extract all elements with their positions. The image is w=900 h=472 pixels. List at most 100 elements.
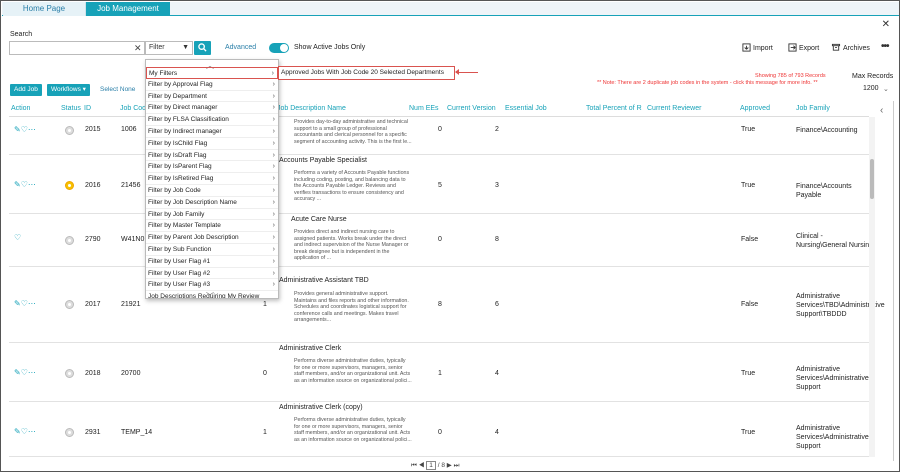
first-page-icon[interactable]: ⏮ [411,462,417,469]
filter-option[interactable]: My Filters › [146,67,278,79]
chevron-right-icon: › [272,128,275,135]
filter-option[interactable]: Filter by Parent Job Description › [146,232,278,244]
next-page-icon[interactable]: ▶ [447,462,452,469]
row-title[interactable]: Accounts Payable Specialist [279,157,367,164]
status-indicator [65,126,74,135]
filter-option[interactable]: Filter by Indirect manager › [146,126,278,138]
filter-option[interactable]: Filter by IsParent Flag › [146,161,278,174]
col-action[interactable]: Action [11,105,30,112]
last-page-icon[interactable]: ⏭ [454,462,460,469]
row-actions[interactable]: ✎♡⋯ [14,427,36,436]
row-partial-value: 1 [263,301,267,308]
advanced-link[interactable]: Advanced [225,44,256,51]
max-records-select[interactable]: 1200 [863,85,879,92]
col-approved[interactable]: Approved [740,105,770,112]
col-status[interactable]: Status [61,105,81,112]
table-row[interactable]: ✎♡⋯ 2016 21456 Accounts Payable Speciali… [9,155,869,214]
filter-option[interactable]: Filter by Sub Function › [146,244,278,256]
row-job-code[interactable]: 1006 [121,126,137,133]
col-job-family[interactable]: Job Family [796,105,830,112]
row-actions[interactable]: ✎♡⋯ [14,299,36,308]
filter-option-label: Filter by Department [148,92,207,100]
close-icon[interactable]: ✕ [882,19,890,30]
filter-option[interactable]: Filter by User Flag #1 › [146,256,278,268]
filter-option[interactable]: Filter by Department › [146,91,278,103]
row-title[interactable]: Acute Care Nurse [291,216,347,223]
col-description[interactable]: Job Description Name [277,105,346,112]
export-icon [788,43,797,52]
row-title[interactable]: Administrative Clerk [279,345,341,352]
chevron-right-icon: › [271,70,274,77]
filter-option[interactable]: Filter by User Flag #2 › [146,268,278,280]
filter-option[interactable]: Filter by Job Code › [146,185,278,197]
select-none-link[interactable]: Select None [100,86,135,93]
row-id: 2018 [85,370,101,377]
page-number-input[interactable]: 1 [426,461,436,470]
row-version: 6 [495,301,499,308]
col-current-reviewer[interactable]: Current Reviewer [647,105,701,112]
filter-submenu-item[interactable]: Approved Jobs With Job Code 20 Selected … [278,66,455,80]
row-title[interactable]: Administrative Assistant TBD [279,277,369,284]
row-title[interactable]: Administrative Clerk (copy) [279,404,363,411]
tab-home-page[interactable]: Home Page [3,2,86,16]
table-row[interactable]: ✎♡⋯ 2018 20700 0 Administrative Clerk Pe… [9,343,869,402]
clear-icon[interactable]: ✕ [134,41,142,55]
row-version: 4 [495,429,499,436]
col-essential-job[interactable]: Essential Job [505,105,547,112]
filter-option[interactable]: Filter by IsChild Flag › [146,138,278,150]
table-row[interactable]: ✎♡⋯ 2015 1006 Provides day-to-day admini… [9,117,869,155]
search-input[interactable] [9,41,145,55]
archives-button[interactable]: Archives [831,43,870,52]
chevron-right-icon: › [272,257,275,265]
table-row[interactable]: ♡ 2790 W41N0 Acute Care Nurse Provides d… [9,214,873,267]
chevron-down-icon[interactable]: ⌄ [883,85,889,93]
table-row[interactable]: ✎♡⋯ 2931 TEMP_14 1 Administrative Clerk … [9,402,869,457]
row-actions[interactable]: ♡ [14,233,21,242]
filter-option[interactable]: Filter by Approval Flag › [146,79,278,91]
chevron-down-icon[interactable]: ﹀ [206,291,214,298]
filter-option[interactable]: Filter by FLSA Classification › [146,114,278,126]
status-indicator [65,181,74,190]
col-current-version[interactable]: Current Version [447,105,496,112]
filter-option[interactable]: Filter by Direct manager › [146,102,278,115]
col-total-percent[interactable]: Total Percent of R [586,105,642,112]
chevron-right-icon: › [272,116,275,124]
row-version: 8 [495,236,499,243]
workflows-button[interactable]: Workflows ▾ [47,84,90,96]
import-button[interactable]: Import [742,43,773,52]
row-job-code[interactable]: TEMP_14 [121,429,152,436]
search-button[interactable] [194,41,211,55]
filter-option[interactable]: Filter by IsRetired Flag › [146,173,278,185]
row-job-code[interactable]: 20700 [121,370,140,377]
row-actions[interactable]: ✎♡⋯ [14,125,36,134]
filter-option[interactable]: Filter by Master Template › [146,220,278,233]
row-description: Provides day-to-day administrative and t… [294,119,412,145]
filter-option[interactable]: Filter by IsDraft Flag › [146,150,278,162]
add-job-button[interactable]: Add Job [10,84,42,96]
filter-option[interactable]: Filter by Job Family › [146,209,278,221]
export-button[interactable]: Export [788,43,819,52]
filter-dropdown: ︿ My Filters › Filter by Approval Flag › Fil… [145,59,279,299]
tab-job-management[interactable]: Job Management [86,2,170,16]
more-options-icon[interactable]: ••• [881,41,889,52]
row-job-code[interactable]: W41N0 [121,236,144,243]
prev-page-icon[interactable]: ◀ [419,462,425,469]
filter-option[interactable]: Filter by Job Description Name › [146,197,278,209]
scrollbar-thumb[interactable] [870,159,874,199]
row-job-code[interactable]: 21456 [121,182,140,189]
col-num-ees[interactable]: Num EEs [409,105,439,112]
chevron-down-icon: ▼ [182,44,189,51]
filter-option[interactable]: Filter by User Flag #3 › [146,279,278,292]
row-actions[interactable]: ✎♡⋯ [14,180,36,189]
chevron-left-icon[interactable]: ‹ [880,105,883,116]
col-id[interactable]: ID [84,105,91,112]
filter-option-label: Filter by Parent Job Description [148,234,239,242]
row-approved: False [741,301,759,308]
row-job-code[interactable]: 21921 [121,301,140,308]
show-active-toggle[interactable] [269,43,289,53]
filter-select[interactable]: Filter ▼ [145,41,193,55]
row-actions[interactable]: ✎♡⋯ [14,368,36,377]
table-row[interactable]: ✎♡⋯ 2017 21921 1 Administrative Assistan… [9,267,885,343]
filter-option-label: Filter by Job Family [148,210,205,218]
duplicate-note[interactable]: ** Note: There are 2 duplicate job codes… [597,80,818,86]
